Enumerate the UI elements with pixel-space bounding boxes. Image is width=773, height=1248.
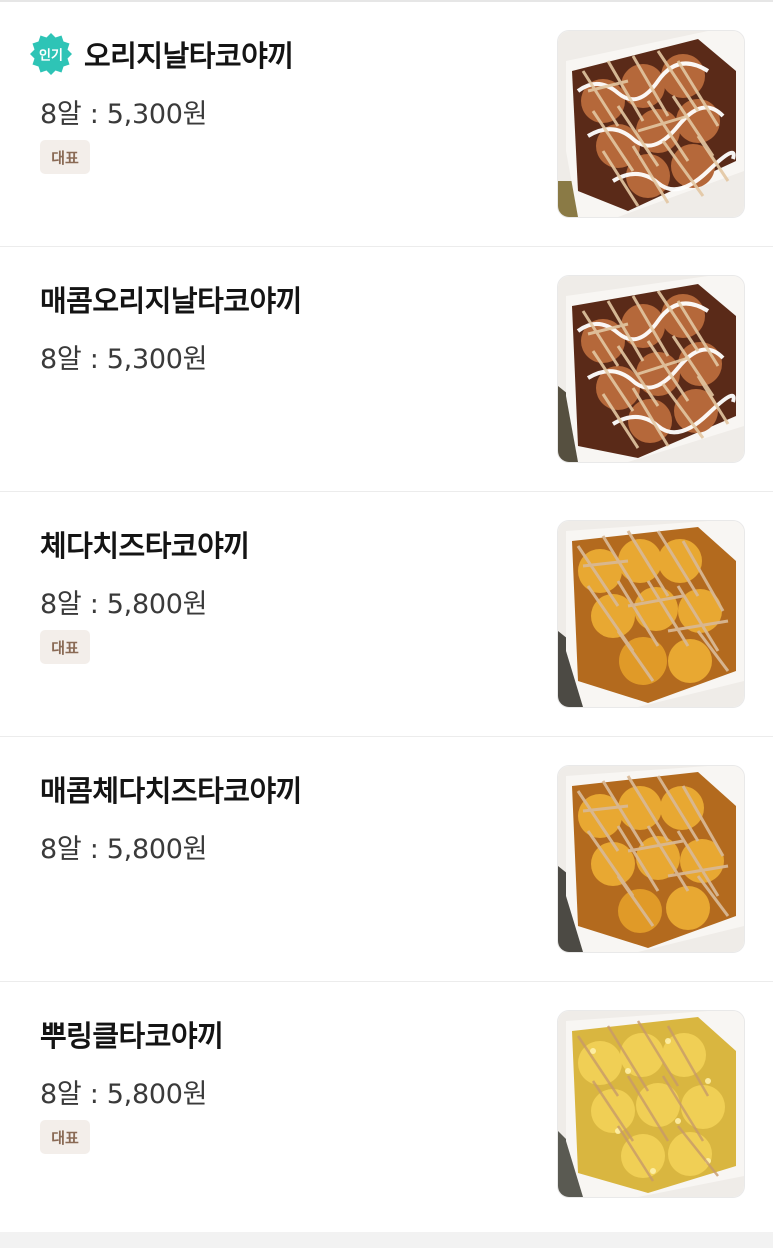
menu-item-photo[interactable]: [557, 520, 745, 708]
menu-item-title-row: 매콤오리지날타코야끼: [40, 277, 302, 321]
menu-item-photo[interactable]: [557, 765, 745, 953]
menu-item-title-row: 매콤체다치즈타코야끼: [40, 767, 302, 811]
menu-item-photo[interactable]: [557, 275, 745, 463]
menu-item-title-row: 인기 오리지날타코야끼: [30, 32, 294, 76]
menu-list: 인기 오리지날타코야끼 8알 : 5,300원 대표 매콤오리지날타코야끼 8알…: [0, 2, 773, 1227]
popular-badge-label: 인기: [39, 48, 63, 64]
menu-item[interactable]: 체다치즈타코야끼 8알 : 5,800원 대표: [0, 492, 773, 737]
menu-item-title-row: 체다치즈타코야끼: [40, 522, 250, 566]
menu-item-photo[interactable]: [557, 1010, 745, 1198]
takoyaki-photo-image: [558, 521, 744, 707]
menu-item-name: 매콤오리지날타코야끼: [40, 284, 302, 318]
menu-item-price: 8알 : 5,300원: [40, 344, 208, 375]
takoyaki-photo-image: [558, 1011, 744, 1197]
menu-item-name: 매콤체다치즈타코야끼: [40, 774, 302, 808]
menu-item[interactable]: 뿌링클타코야끼 8알 : 5,800원 대표: [0, 982, 773, 1227]
takoyaki-photo-image: [558, 31, 744, 217]
menu-item-price: 8알 : 5,800원: [40, 834, 208, 865]
menu-item-name: 오리지날타코야끼: [84, 39, 294, 73]
bottom-section-divider: [0, 1232, 773, 1248]
menu-item-name: 체다치즈타코야끼: [40, 529, 250, 563]
takoyaki-photo-image: [558, 766, 744, 952]
menu-item-price: 8알 : 5,800원: [40, 589, 208, 620]
menu-item-price: 8알 : 5,300원: [40, 99, 208, 130]
menu-item-price: 8알 : 5,800원: [40, 1079, 208, 1110]
menu-item[interactable]: 매콤오리지날타코야끼 8알 : 5,300원: [0, 247, 773, 492]
popular-badge: 인기: [30, 33, 72, 75]
takoyaki-photo-image: [558, 276, 744, 462]
menu-item[interactable]: 인기 오리지날타코야끼 8알 : 5,300원 대표: [0, 2, 773, 247]
menu-item-name: 뿌링클타코야끼: [40, 1019, 224, 1053]
signature-tag: 대표: [40, 630, 90, 664]
menu-item-title-row: 뿌링클타코야끼: [40, 1012, 224, 1056]
menu-item[interactable]: 매콤체다치즈타코야끼 8알 : 5,800원: [0, 737, 773, 982]
signature-tag: 대표: [40, 140, 90, 174]
signature-tag: 대표: [40, 1120, 90, 1154]
menu-item-photo[interactable]: [557, 30, 745, 218]
